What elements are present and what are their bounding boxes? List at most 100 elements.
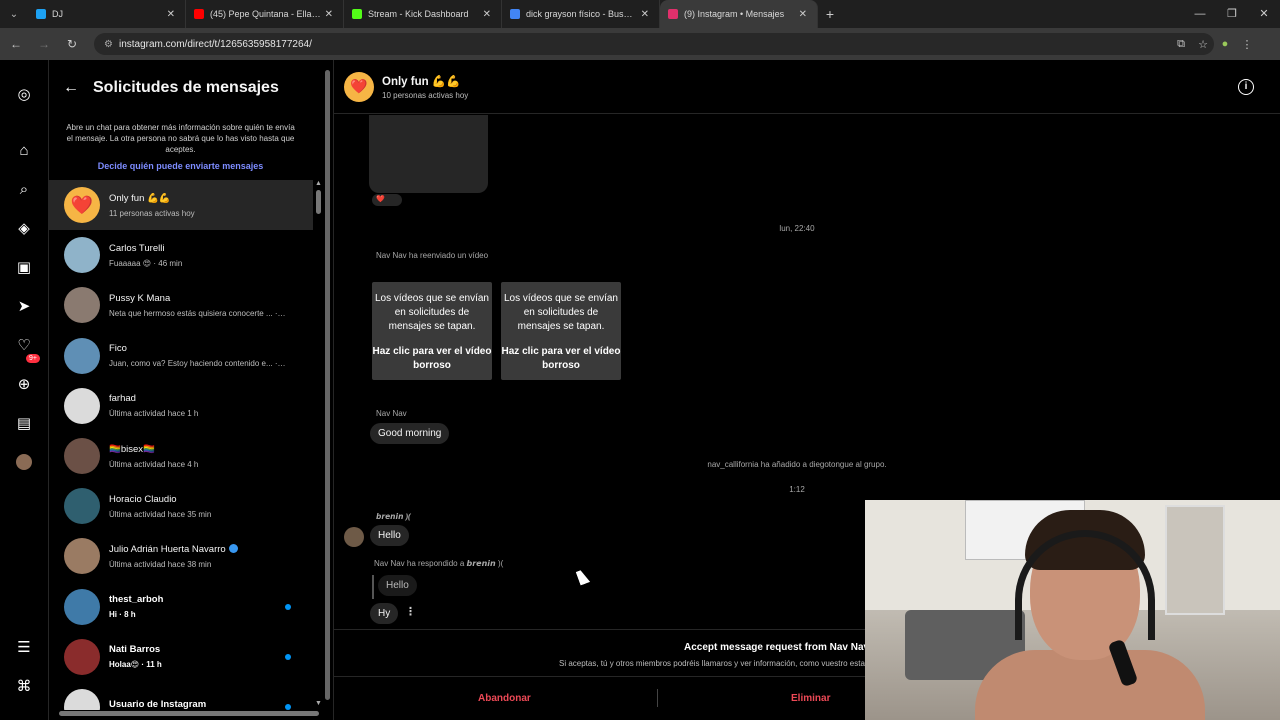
request-list-item[interactable]: ❤️ Only fun 💪💪 11 personas activas hoy [49,180,313,231]
tab-favicon-icon [194,9,204,19]
request-text: Carlos Turelli Fuaaaaa 😍 · 46 min [109,243,313,268]
request-text: Fico Juan, como va? Estoy haciendo conten… [109,343,313,368]
request-list-item[interactable]: Fico Juan, como va? Estoy haciendo conten… [49,331,313,381]
requests-list: ❤️ Only fun 💪💪 11 personas activas hoy Carl… [49,180,313,710]
video-notice-text: Los vídeos que se envían en solicitudes … [504,293,618,332]
avatar [64,438,100,475]
explore-icon[interactable]: ◈ [12,216,36,240]
request-list-item[interactable]: Pussy K Mana Neta que hermoso estás quisi… [49,280,313,330]
reload-icon[interactable]: ↻ [60,37,84,51]
notifications-heart-icon[interactable]: ♡ [12,333,36,357]
forward-icon[interactable]: → [32,37,56,51]
blurred-video-2[interactable]: Los vídeos que se envían en solicitudes … [501,282,621,380]
reels-icon[interactable]: ▣ [12,255,36,279]
site-info-icon[interactable]: ⚙ [104,39,113,50]
profile-avatar[interactable] [12,450,36,474]
delete-button[interactable]: Eliminar [791,693,830,704]
tab-title: Stream - Kick Dashboard [368,9,469,19]
reply-quote[interactable]: Hello [378,575,417,596]
search-icon[interactable]: ⌕ [12,177,36,201]
request-list-item[interactable]: farhad Última actividad hace 1 h [49,381,313,431]
back-arrow-icon[interactable]: ← [49,79,93,97]
toolbar-right: ● ⋮ [1214,38,1258,51]
request-list-item[interactable]: Carlos Turelli Fuaaaaa 😍 · 46 min [49,230,313,280]
bookmark-star-icon[interactable]: ☆ [1192,38,1214,51]
message-bubble[interactable]: Hy [370,603,399,624]
conversation-info-icon[interactable]: i [1238,79,1254,95]
scroll-up-icon[interactable]: ▲ [315,180,322,187]
tab-close-icon[interactable]: ✕ [483,9,491,20]
browser-tab[interactable]: dick grayson físico - Buscar con ✕ [502,0,660,28]
message-bubble[interactable]: Hello [370,525,409,546]
create-icon[interactable]: ⊕ [12,372,36,396]
url-field[interactable]: ⚙ instagram.com/direct/t/126563595817726… [94,33,1214,55]
browser-tab[interactable]: DJ ✕ [28,0,186,28]
page-scrollbar[interactable] [323,62,333,710]
requests-hscrollbar[interactable] [49,708,334,718]
requests-scrollbar[interactable]: ▲ ▼ [315,180,323,708]
more-options-icon[interactable]: ⋮ [405,605,416,618]
unread-dot-icon [285,653,291,660]
request-name-text: Carlos Turelli [109,242,165,254]
request-preview: Juan, como va? Estoy haciendo contenido … [109,359,291,369]
request-text: Nati Barros Holaa😍 · 11 h [109,644,313,669]
scroll-thumb[interactable] [316,190,321,214]
tab-close-icon[interactable]: ✕ [325,9,333,20]
request-text: Julio Adrián Huerta Navarro Última activi… [109,543,313,569]
request-list-item[interactable]: Horacio Claudio Última actividad hace 35 … [49,481,313,531]
page-scroll-thumb[interactable] [325,70,330,700]
request-list-item[interactable]: 🏳️‍🌈bisex🏳️‍🌈 Última actividad hace 4 h [49,431,313,481]
tab-close-icon[interactable]: ✕ [641,9,649,20]
browser-menu-icon[interactable]: ⋮ [1236,38,1258,51]
browser-tab[interactable]: Stream - Kick Dashboard ✕ [344,0,502,28]
more-menu-icon[interactable]: ☰ [12,635,36,659]
threads-icon[interactable]: ⌘ [12,674,36,698]
back-icon[interactable]: ← [4,37,28,51]
messages-icon[interactable]: ➤ [12,294,36,318]
request-name-text: Julio Adrián Huerta Navarro [109,543,226,555]
avatar [64,638,100,675]
request-name-text: farhad [109,393,136,405]
media-reaction[interactable]: ❤️ [372,194,402,206]
request-name-text: Horacio Claudio [109,493,177,505]
hscroll-thumb[interactable] [59,711,319,716]
browser-tab[interactable]: (9) Instagram • Mensajes ✕ [660,0,818,28]
verified-badge-icon [228,543,238,553]
scroll-down-icon[interactable]: ▼ [315,700,322,707]
who-can-message-link[interactable]: Decide quién puede enviarte mensajes [49,161,312,171]
group-info[interactable]: Only fun 💪💪 10 personas activas hoy [382,74,468,100]
request-preview: Hi · 8 h [109,610,136,620]
webcam-overlay [865,500,1280,720]
home-icon[interactable]: ⌂ [12,138,36,162]
requests-info-text: Abre un chat para obtener más informació… [66,123,295,154]
media-message[interactable] [369,115,488,193]
new-tab-button[interactable]: + [818,6,842,22]
request-name-text: Pussy K Mana [109,292,171,304]
blurred-video-1[interactable]: Los vídeos que se envían en solicitudes … [372,282,492,380]
instagram-logo-icon[interactable]: ◎ [12,82,36,106]
restore-icon[interactable]: ❐ [1216,0,1248,28]
abandon-button[interactable]: Abandonar [478,693,531,704]
streamer-body [975,650,1205,720]
tab-close-icon[interactable]: ✕ [799,9,807,20]
sender-avatar[interactable] [344,527,364,547]
minimize-icon[interactable]: — [1184,0,1216,28]
request-preview: Última actividad hace 35 min [109,509,212,519]
tab-close-icon[interactable]: ✕ [167,9,175,20]
install-icon[interactable]: ⧉ [1170,38,1192,51]
request-list-item[interactable]: thest_arboh Hi · 8 h [49,582,313,632]
request-list-item[interactable]: Usuario de Instagram [49,682,313,710]
dashboard-icon[interactable]: ▤ [12,411,36,435]
profile-avatar-icon[interactable]: ● [1214,38,1236,50]
request-list-item[interactable]: Julio Adrián Huerta Navarro Última activi… [49,531,313,581]
group-avatar[interactable]: ❤️ [344,71,374,102]
browser-tab[interactable]: (45) Pepe Quintana - Ella Y Yo F ✕ [186,0,344,28]
avatar [64,538,100,575]
request-name: Only fun 💪💪 [109,193,313,204]
request-name-text: Fico [109,343,127,355]
tab-search-icon[interactable]: ⌄ [0,0,28,28]
request-name-text: Nati Barros [109,644,161,656]
close-window-icon[interactable]: ✕ [1248,0,1280,28]
request-list-item[interactable]: Nati Barros Holaa😍 · 11 h [49,632,313,682]
message-bubble[interactable]: Good morning [370,423,450,444]
